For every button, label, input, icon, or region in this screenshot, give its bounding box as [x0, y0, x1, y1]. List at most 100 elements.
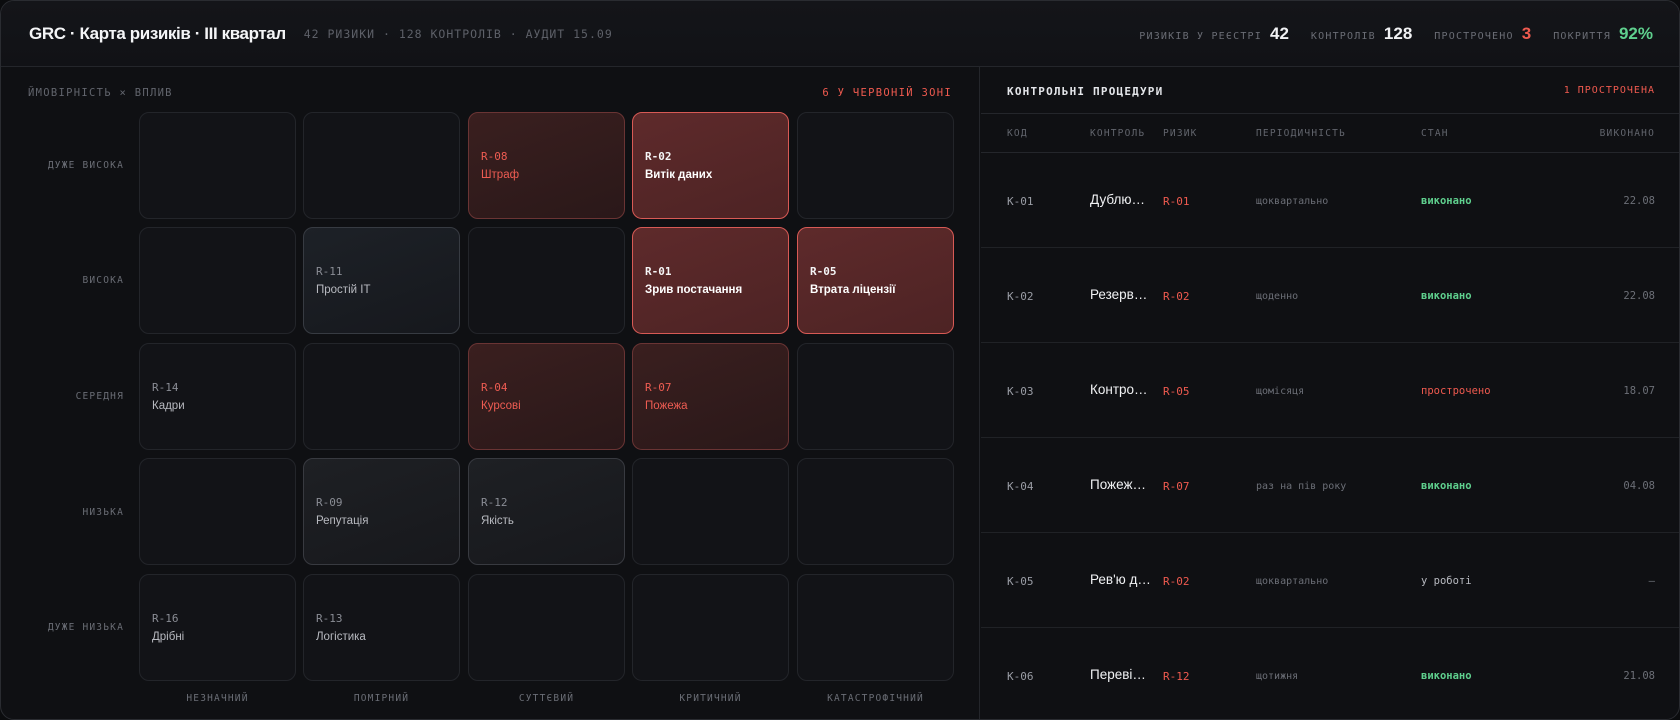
matrix-cell-r-13[interactable]: R-13 Логістика	[303, 574, 460, 681]
matrix-cell-empty[interactable]	[139, 112, 296, 219]
table-row[interactable]: K-02 Резерв… R-02 щоденно виконано 22.08	[981, 248, 1679, 343]
matrix-cell-r-07[interactable]: R-07 Пожежа	[632, 343, 789, 450]
risk-code: R-16	[152, 612, 179, 625]
control-risk-link[interactable]: R-01	[1163, 195, 1190, 208]
matrix-cell-r-14[interactable]: R-14 Кадри	[139, 343, 296, 450]
column-label: КРИТИЧНИЙ	[679, 693, 742, 704]
risk-code: R-07	[645, 381, 672, 394]
matrix-cell-r-09[interactable]: R-09 Репутація	[303, 458, 460, 565]
risk-code: R-13	[316, 612, 343, 625]
matrix-cell-empty[interactable]	[303, 112, 460, 219]
control-status: виконано	[1421, 290, 1472, 302]
matrix-cell-r-05[interactable]: R-05 Втрата ліцензії	[797, 227, 954, 334]
row-label: ВИСОКА	[82, 275, 124, 286]
control-risk-link[interactable]: R-05	[1163, 385, 1190, 398]
control-period: раз на пів року	[1256, 481, 1347, 492]
stat-overdue: ПРОСТРОЧЕНО 3	[1434, 24, 1531, 44]
column-label: НЕЗНАЧНИЙ	[186, 693, 249, 704]
matrix-cell-empty[interactable]	[139, 458, 296, 565]
column-header-period[interactable]: ПЕРІОДИЧНІСТЬ	[1256, 128, 1346, 139]
matrix-cell-empty[interactable]	[468, 227, 625, 334]
matrix-title: ЙМОВІРНІСТЬ × ВПЛИВ	[28, 87, 173, 99]
risk-code: R-01	[645, 265, 672, 278]
risk-code: R-09	[316, 496, 343, 509]
matrix-cell-empty[interactable]	[797, 574, 954, 681]
control-status: у роботі	[1421, 575, 1472, 587]
row-label: ДУЖЕ НИЗЬКА	[47, 622, 124, 633]
table-row[interactable]: K-04 Пожеж… R-07 раз на пів року виконано 04.…	[981, 438, 1679, 533]
column-header-control[interactable]: КОНТРОЛЬ	[1090, 128, 1145, 139]
page-title: GRC · Карта ризиків · III квартал	[29, 23, 286, 43]
page-subtitle: 42 РИЗИКИ · 128 КОНТРОЛІВ · АУДИТ 15.09	[303, 26, 613, 41]
stats-bar: РИЗИКІВ У РЕЄСТРІ 42 КОНТРОЛІВ 128 ПРОСТ…	[1117, 24, 1653, 44]
control-risk-link[interactable]: R-12	[1163, 670, 1190, 683]
control-code: K-04	[1007, 480, 1034, 493]
stat-coverage: ПОКРИТТЯ 92%	[1553, 24, 1653, 44]
risk-code: R-12	[481, 496, 508, 509]
column-header-risk[interactable]: РИЗИК	[1163, 128, 1198, 139]
control-status: прострочено	[1421, 385, 1491, 397]
column-label: ПОМІРНИЙ	[353, 693, 410, 704]
matrix-cell-empty[interactable]	[303, 343, 460, 450]
matrix-cell-r-01[interactable]: R-01 Зрив постачання	[632, 227, 789, 334]
matrix-cell-empty[interactable]	[797, 112, 954, 219]
risk-matrix-panel: ЙМОВІРНІСТЬ × ВПЛИВ 6 У ЧЕРВОНІЙ ЗОНІ ДУ…	[1, 67, 980, 719]
controls-table-header: КОД КОНТРОЛЬ РИЗИК ПЕРІОДИЧНІСТЬ СТАН ВИ…	[981, 113, 1679, 153]
matrix-cell-r-12[interactable]: R-12 Якість	[468, 458, 625, 565]
column-label: КАТАСТРОФІЧНИЙ	[827, 693, 924, 704]
stat-value: 92%	[1618, 23, 1653, 43]
table-row[interactable]: K-03 Контро… R-05 щомісяця прострочено 18.07	[981, 343, 1679, 438]
control-name: Перевір…	[1090, 667, 1152, 682]
risk-name: Логістика	[316, 631, 366, 643]
risk-name: Курсові	[481, 400, 521, 412]
control-done-date: 21.08	[1623, 670, 1655, 682]
control-status: виконано	[1421, 480, 1472, 492]
control-risk-link[interactable]: R-02	[1163, 575, 1190, 588]
matrix-cell-empty[interactable]	[797, 343, 954, 450]
matrix-cell-r-08[interactable]: R-08 Штраф	[468, 112, 625, 219]
control-period: щоквартально	[1256, 196, 1329, 207]
risk-code: R-05	[810, 265, 837, 278]
table-row[interactable]: K-01 Дублюв… R-01 щоквартально виконано 22.08	[981, 153, 1679, 248]
risk-name: Якість	[481, 515, 514, 527]
matrix-cell-empty[interactable]	[468, 574, 625, 681]
matrix-cell-empty[interactable]	[632, 458, 789, 565]
risk-code: R-04	[481, 381, 508, 394]
control-risk-link[interactable]: R-02	[1163, 290, 1190, 303]
stat-label: КОНТРОЛІВ	[1310, 30, 1376, 42]
risk-name: Кадри	[152, 400, 185, 412]
table-row[interactable]: K-06 Перевір… R-12 щотижня виконано 21.08	[981, 628, 1679, 719]
matrix-cell-empty[interactable]	[139, 227, 296, 334]
matrix-cell-r-16[interactable]: R-16 Дрібні	[139, 574, 296, 681]
matrix-cell-empty[interactable]	[632, 574, 789, 681]
controls-panel: КОНТРОЛЬНІ ПРОЦЕДУРИ 1 ПРОСТРОЧЕНА КОД К…	[981, 67, 1679, 719]
risk-code: R-08	[481, 150, 508, 163]
matrix-cell-r-04[interactable]: R-04 Курсові	[468, 343, 625, 450]
row-label: СЕРЕДНЯ	[75, 391, 124, 402]
risk-name: Штраф	[481, 169, 520, 181]
row-label: НИЗЬКА	[82, 507, 124, 518]
matrix-cell-empty[interactable]	[797, 458, 954, 565]
risk-name: Зрив постачання	[645, 284, 743, 296]
control-period: щоквартально	[1256, 576, 1329, 587]
control-period: щотижня	[1256, 671, 1299, 682]
control-status: виконано	[1421, 195, 1472, 207]
matrix-cell-r-02[interactable]: R-02 Витік даних	[632, 112, 789, 219]
column-header-done[interactable]: ВИКОНАНО	[1600, 128, 1655, 139]
column-header-code[interactable]: КОД	[1007, 128, 1028, 139]
table-row[interactable]: K-05 Рев'ю д… R-02 щоквартально у роботі —	[981, 533, 1679, 628]
control-done-date: 22.08	[1623, 195, 1655, 207]
control-code: K-06	[1007, 670, 1034, 683]
stat-label: ПОКРИТТЯ	[1553, 30, 1611, 42]
risk-name: Простій IT	[316, 284, 371, 296]
control-done-date: 18.07	[1623, 385, 1655, 397]
controls-title: КОНТРОЛЬНІ ПРОЦЕДУРИ	[1007, 85, 1164, 98]
matrix-cell-r-11[interactable]: R-11 Простій IT	[303, 227, 460, 334]
risk-name: Витік даних	[645, 169, 713, 181]
stat-label: РИЗИКІВ У РЕЄСТРІ	[1139, 30, 1262, 42]
column-header-status[interactable]: СТАН	[1421, 128, 1449, 139]
app-window: GRC · Карта ризиків · III квартал 42 РИЗ…	[0, 0, 1680, 720]
control-period: щомісяця	[1256, 386, 1305, 397]
column-label: СУТТЄВИЙ	[518, 693, 575, 704]
control-risk-link[interactable]: R-07	[1163, 480, 1190, 493]
